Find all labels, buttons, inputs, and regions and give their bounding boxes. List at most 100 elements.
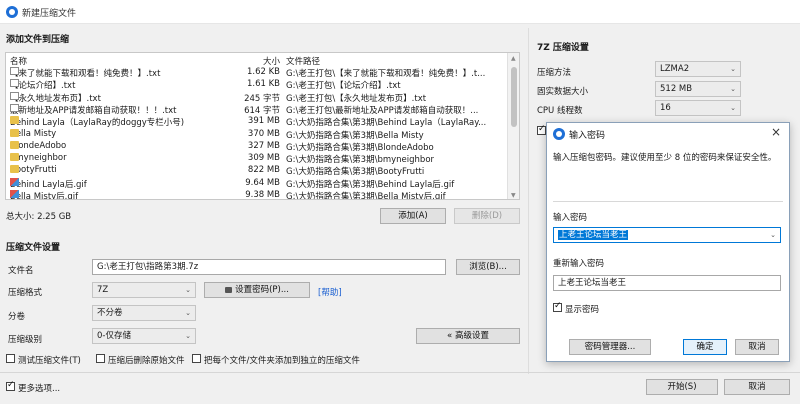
add-button[interactable]: 添加(A) [380, 208, 446, 224]
file-list-row[interactable]: 【永久地址发布页】.txt 245 字节 G:\老王打包\【永久地址发布页】.txt [6, 91, 506, 104]
title-bar: 新建压缩文件 [0, 0, 800, 24]
help-link[interactable]: [帮助] [318, 286, 342, 298]
enter-password-label: 输入密码 [553, 213, 588, 223]
test-archive-checkbox[interactable] [6, 354, 15, 363]
footer-divider [0, 372, 800, 373]
file-list-row[interactable]: 【来了就能下载和观看！纯免费！】.txt 1.62 KB G:\老王打包\【来了就能… [6, 67, 506, 79]
image-file-icon [10, 177, 19, 186]
dictionary-select[interactable]: 512 MB ⌄ [655, 81, 741, 97]
chevron-down-icon: ⌄ [185, 286, 191, 294]
file-list-scrollbar[interactable]: ▲ ▼ [507, 53, 519, 199]
file-size-cell: 9.64 MB [245, 177, 280, 188]
file-list-row[interactable]: Behind Layla后.gif 9.64 MB G:\大奶指路合集\第3期\Be… [6, 177, 506, 190]
split-select-value: 不分卷 [97, 308, 123, 318]
chevron-down-icon[interactable]: ⌄ [770, 228, 776, 242]
close-icon[interactable]: × [771, 125, 781, 139]
file-list-row[interactable]: Bella Misty后.gif 9.38 MB G:\大奶指路合集\第3期\Bel… [6, 190, 506, 199]
dictionary-select-value: 512 MB [660, 84, 693, 94]
reenter-password-label: 重新输入密码 [553, 259, 605, 269]
reenter-password-input[interactable]: 上老王论坛当老王 [553, 275, 781, 291]
dialog-app-icon [553, 128, 565, 140]
file-size-cell: 309 MB [247, 153, 280, 164]
more-options-checkbox[interactable] [6, 380, 15, 391]
file-name-text: 【永久地址发布页】.txt [10, 93, 101, 104]
text-file-icon [10, 91, 19, 100]
file-name-cell: 【来了就能下载和观看！纯免费！】.txt [10, 67, 242, 79]
file-list-row[interactable]: bmyneighbor 309 MB G:\大奶指路合集\第3期\bmyneighb… [6, 153, 506, 165]
file-path-cell: G:\大奶指路合集\第3期\Behind Layla后.gif [286, 179, 455, 190]
delete-after-checkbox[interactable] [96, 354, 105, 363]
window-title: 新建压缩文件 [22, 9, 77, 19]
file-name-cell: Behind Layla（LaylaRay的doggy专栏小号) [10, 116, 242, 128]
delete-after-label: 压缩后删除原始文件 [108, 356, 185, 366]
text-file-icon [10, 67, 19, 75]
chevron-down-icon: ⌄ [730, 85, 736, 93]
split-label: 分卷 [8, 312, 26, 322]
column-header-path[interactable]: 文件路径 [286, 55, 320, 67]
format-select[interactable]: 7Z ⌄ [92, 282, 196, 298]
file-size-cell: 822 MB [247, 165, 280, 176]
file-list-row[interactable]: Behind Layla（LaylaRay的doggy专栏小号) 391 MB G:… [6, 116, 506, 128]
file-size-cell: 327 MB [247, 140, 280, 151]
dialog-cancel-button[interactable]: 取消 [735, 339, 779, 355]
remove-button[interactable]: 删除(D) [454, 208, 520, 224]
scroll-down-icon[interactable]: ▼ [511, 192, 516, 199]
column-header-size[interactable]: 大小 [242, 55, 280, 67]
method-label: 压缩方法 [537, 68, 572, 78]
file-name-cell: BlondeAdobo [10, 140, 242, 151]
file-path-cell: G:\大奶指路合集\第3期\Bella Misty [286, 130, 424, 141]
show-password-label: 显示密码 [565, 305, 600, 315]
separate-archives-checkbox[interactable] [192, 354, 201, 363]
more-options-label[interactable]: 更多选项... [18, 382, 60, 394]
file-name-cell: 【永久地址发布页】.txt [10, 91, 242, 104]
level-label: 压缩级别 [8, 335, 43, 345]
file-size-cell: 614 字节 [244, 105, 280, 116]
filename-input[interactable]: G:\老王打包\指路第3期.7z [92, 259, 446, 275]
ok-button[interactable]: 确定 [683, 339, 727, 355]
column-header-name[interactable]: 名称 [10, 55, 27, 67]
set-password-button[interactable]: 设置密码(P)... [204, 282, 310, 298]
scroll-up-icon[interactable]: ▲ [511, 55, 516, 62]
enter-password-input[interactable]: 上老王论坛当老王 ⌄ [553, 227, 781, 243]
file-path-cell: G:\大奶指路合集\第3期\BootyFrutti [286, 167, 425, 178]
format-select-value: 7Z [97, 285, 109, 295]
file-list[interactable]: 名称 大小 文件路径 【来了就能下载和观看！纯免费！】.txt 1.62 KB G:… [5, 52, 520, 200]
filename-label: 文件名 [8, 266, 34, 276]
file-path-cell: G:\老王打包\最新地址及APP请发邮箱自动获取！... [286, 105, 479, 116]
file-name-cell: Behind Layla后.gif [10, 177, 242, 190]
text-file-icon [10, 79, 19, 88]
method-select[interactable]: LZMA2 ⌄ [655, 61, 741, 77]
file-list-row[interactable]: BootyFrutti 822 MB G:\大奶指路合集\第3期\BootyFrut… [6, 165, 506, 177]
sevenzip-option-checkbox[interactable] [537, 124, 546, 135]
cancel-button[interactable]: 取消 [724, 379, 790, 395]
file-list-row[interactable]: BlondeAdobo 327 MB G:\大奶指路合集\第3期\BlondeAdo… [6, 140, 506, 153]
show-password-checkbox[interactable] [553, 301, 562, 312]
scrollbar-thumb[interactable] [511, 67, 517, 127]
enter-password-value: 上老王论坛当老王 [558, 230, 629, 240]
start-button[interactable]: 开始(S) [646, 379, 718, 395]
file-list-row[interactable]: Bella Misty 370 MB G:\大奶指路合集\第3期\Bella Mis… [6, 128, 506, 141]
file-size-cell: 1.61 KB [246, 79, 280, 90]
chevron-down-icon: ⌄ [730, 104, 736, 112]
folder-icon [10, 128, 19, 137]
file-path-cell: G:\大奶指路合集\第3期\Behind Layla（LaylaRay... [286, 118, 487, 129]
file-list-row[interactable]: 最新地址及APP请发邮箱自动获取！！！.txt 614 字节 G:\老王打包\最新地… [6, 103, 506, 116]
file-path-cell: G:\老王打包\【永久地址发布页】.txt [286, 93, 427, 104]
file-path-cell: G:\大奶指路合集\第3期\bmyneighbor [286, 155, 435, 166]
level-select[interactable]: 0-仅存储 ⌄ [92, 328, 196, 344]
threads-select-value: 16 [660, 103, 671, 113]
threads-select[interactable]: 16 ⌄ [655, 100, 741, 116]
folder-icon [10, 140, 19, 149]
file-path-cell: G:\老王打包\【论坛介绍】.txt [286, 81, 401, 92]
browse-button[interactable]: 浏览(B)... [456, 259, 520, 275]
advanced-settings-button[interactable]: « 高级设置 [416, 328, 520, 344]
file-name-cell: Bella Misty后.gif [10, 190, 242, 199]
file-name-text: 【论坛介绍】.txt [10, 81, 76, 92]
split-select[interactable]: 不分卷 ⌄ [92, 305, 196, 321]
dictionary-label: 固实数据大小 [537, 87, 589, 97]
file-name-cell: BootyFrutti [10, 165, 242, 175]
file-list-row[interactable]: 【论坛介绍】.txt 1.61 KB G:\老王打包\【论坛介绍】.txt [6, 79, 506, 91]
level-select-value: 0-仅存储 [97, 331, 131, 341]
password-manager-button[interactable]: 密码管理器... [569, 339, 651, 355]
password-dialog-titlebar: 输入密码 × [547, 123, 789, 143]
